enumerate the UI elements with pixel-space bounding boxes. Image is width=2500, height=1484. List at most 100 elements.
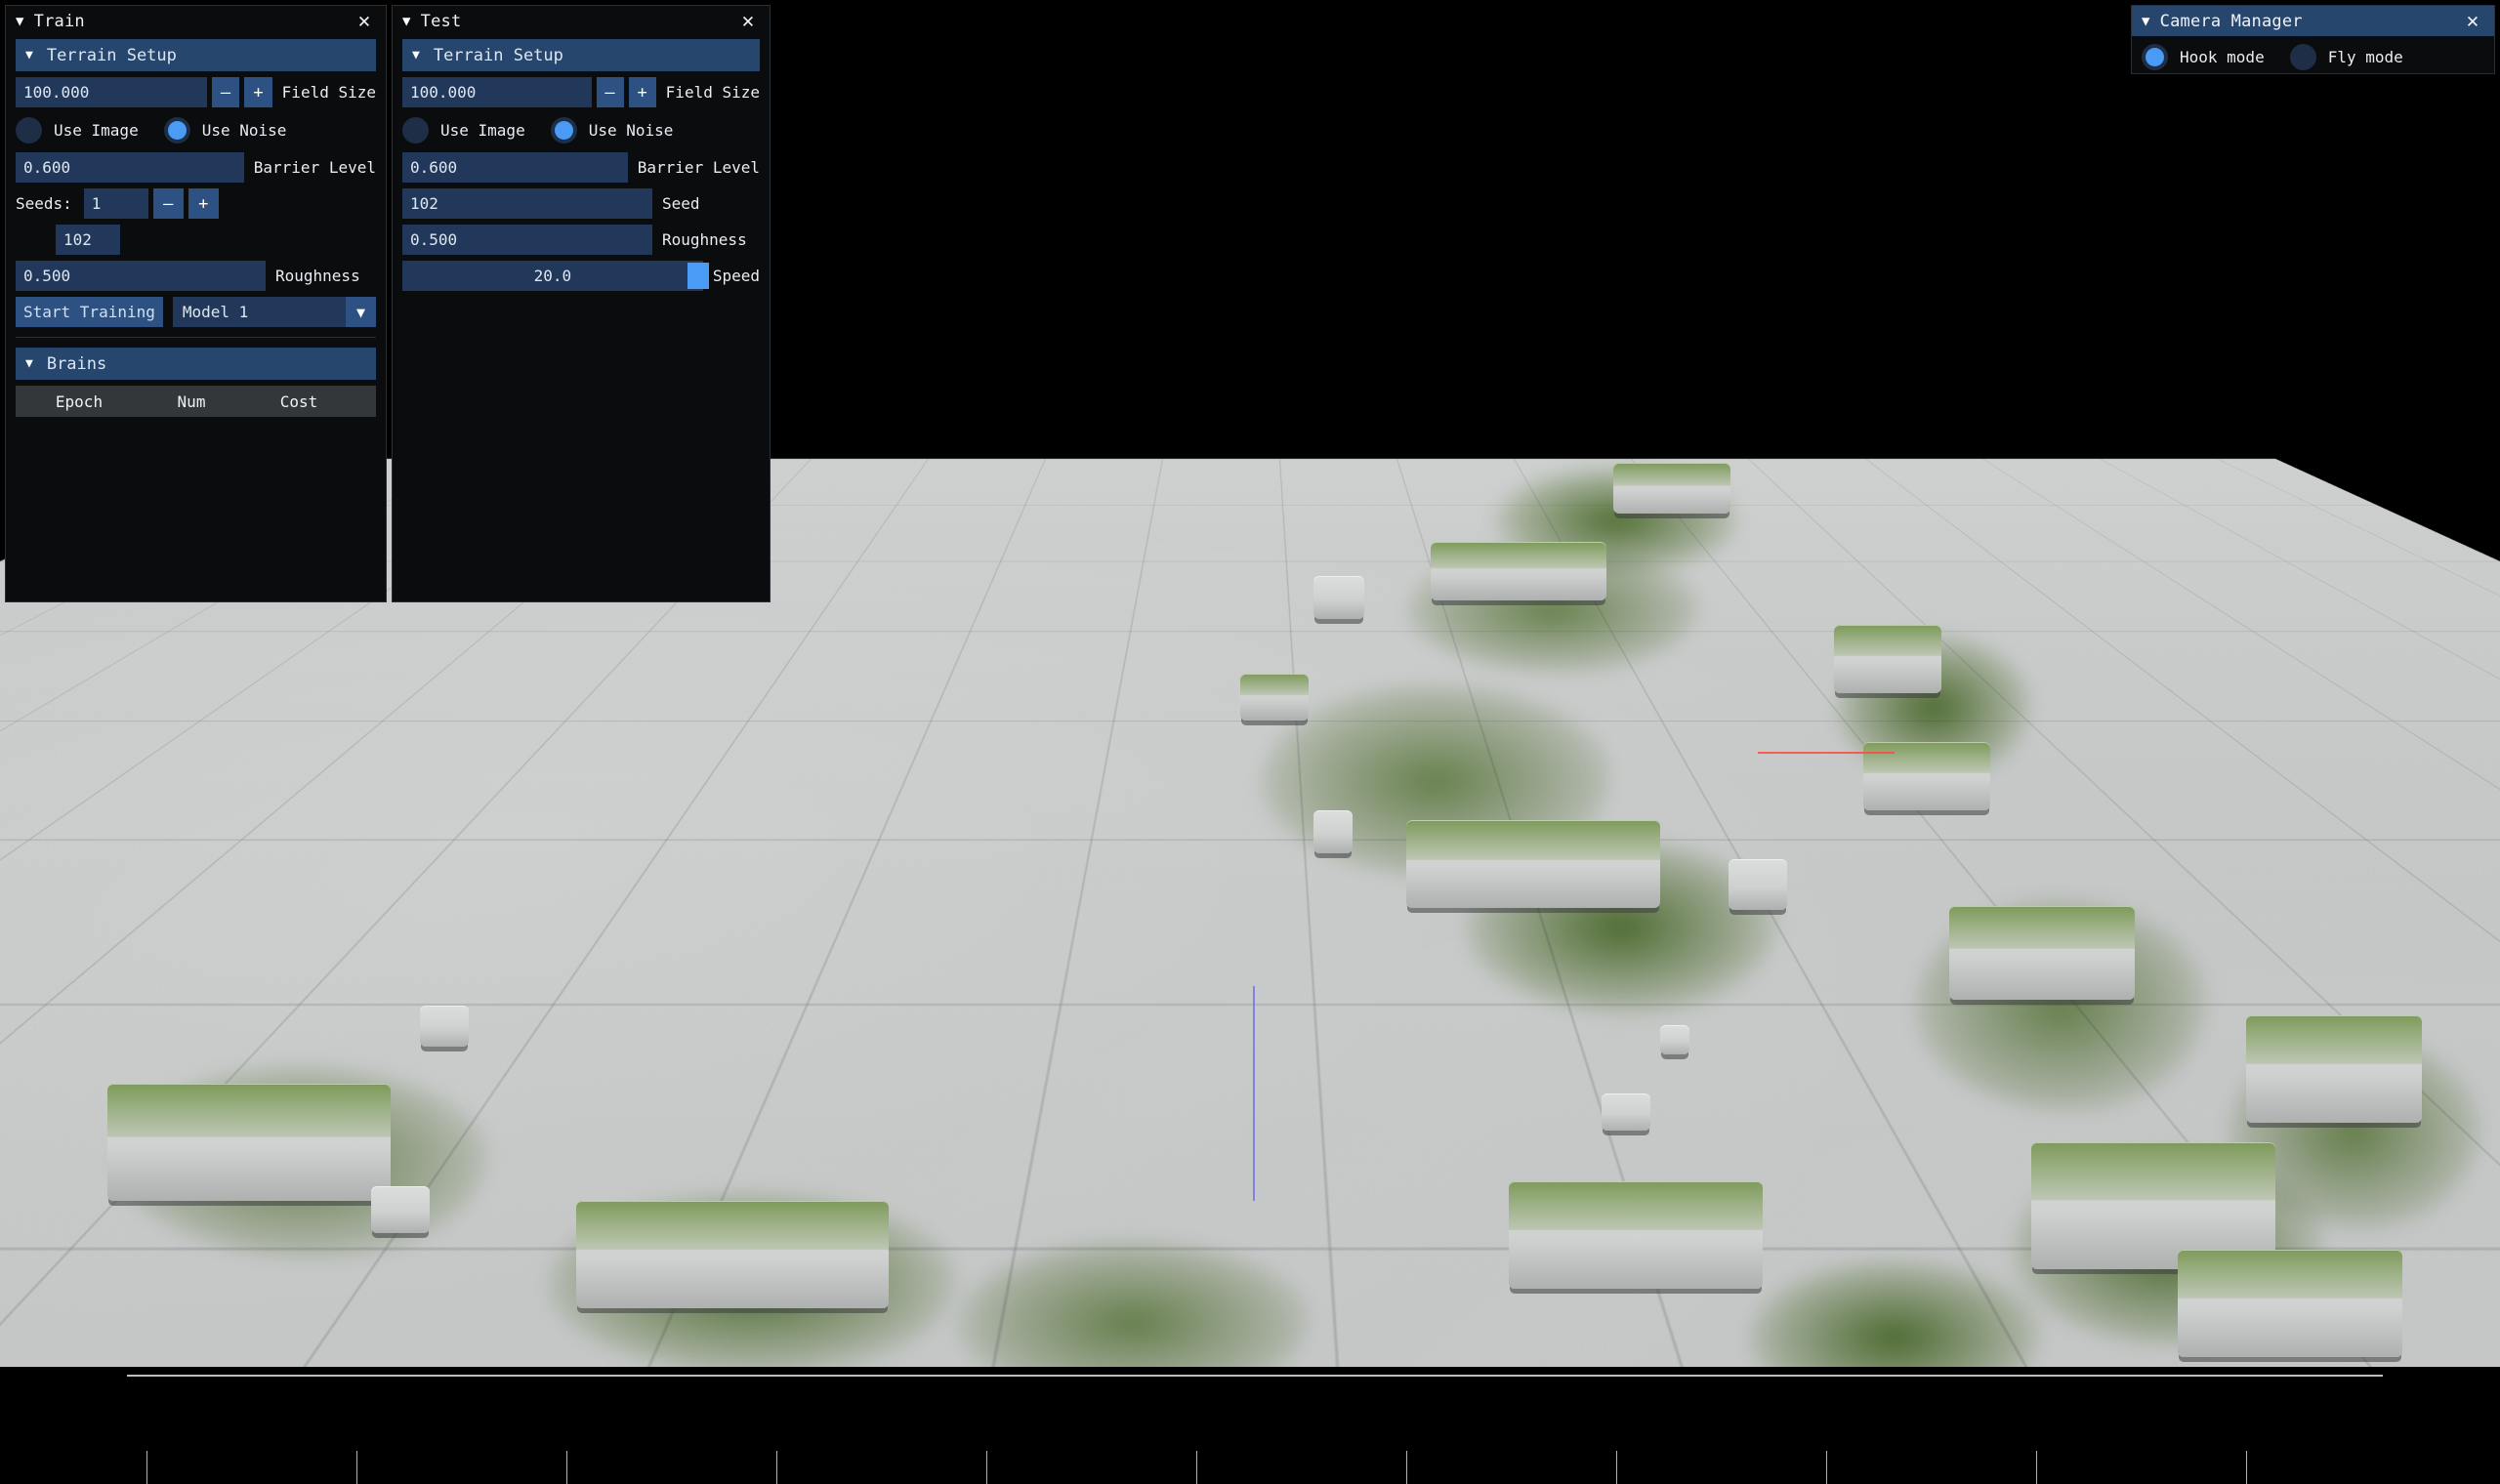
- collapse-caret-icon[interactable]: ▼: [16, 15, 24, 28]
- fly-mode-radio[interactable]: [2290, 44, 2316, 70]
- test-seed-input[interactable]: 102: [402, 188, 652, 219]
- test-roughness-row: 0.500 Roughness: [402, 225, 760, 255]
- terrain-tick: [2246, 1451, 2247, 1484]
- terrain-mesa: [107, 1084, 391, 1201]
- terrain-tick: [1616, 1451, 1617, 1484]
- train-action-row: Start Training Model 1 ▼: [16, 297, 376, 327]
- hook-mode-radio[interactable]: [2142, 44, 2168, 70]
- train-panel[interactable]: ▼ Train ✕ ▼ Terrain Setup 100.000 – + Fi…: [5, 5, 387, 602]
- test-seed-row: 102 Seed: [402, 188, 760, 219]
- model-select[interactable]: Model 1 ▼: [173, 297, 376, 327]
- model-select-value: Model 1: [183, 303, 248, 321]
- train-barrier-level-row: 0.600 Barrier Level: [16, 152, 376, 183]
- train-field-size-input[interactable]: 100.000: [16, 77, 207, 107]
- test-barrier-level-label: Barrier Level: [638, 158, 760, 177]
- terrain-front-edge: [127, 1375, 2383, 1377]
- test-field-size-increment-button[interactable]: +: [629, 77, 656, 107]
- camera-mode-row: Hook mode Fly mode: [2142, 40, 2484, 73]
- train-use-noise-radio[interactable]: [164, 117, 190, 144]
- terrain-mesa: [1602, 1093, 1650, 1131]
- terrain-mesa: [1313, 810, 1353, 853]
- test-use-noise-radio[interactable]: [551, 117, 577, 144]
- terrain-mesa: [371, 1186, 430, 1233]
- chevron-down-icon[interactable]: ▼: [412, 48, 420, 62]
- brains-column-cost: Cost: [240, 392, 357, 411]
- train-terrain-setup-header[interactable]: ▼ Terrain Setup: [16, 39, 376, 71]
- train-panel-body: ▼ Terrain Setup 100.000 – + Field Size U…: [6, 39, 386, 427]
- train-terrain-setup-title: Terrain Setup: [47, 46, 177, 65]
- collapse-caret-icon[interactable]: ▼: [2142, 15, 2150, 28]
- test-roughness-label: Roughness: [662, 230, 747, 249]
- hook-mode-label: Hook mode: [2180, 48, 2265, 66]
- speed-slider-handle[interactable]: [688, 263, 709, 289]
- train-seeds-count-input[interactable]: 1: [84, 188, 148, 219]
- terrain-mesa: [1406, 820, 1660, 908]
- terrain-mesa: [1660, 1025, 1689, 1054]
- train-seeds-increment-button[interactable]: +: [188, 188, 219, 219]
- test-field-size-decrement-button[interactable]: –: [597, 77, 624, 107]
- test-terrain-setup-header[interactable]: ▼ Terrain Setup: [402, 39, 760, 71]
- terrain-mesa: [977, 1035, 1020, 1072]
- brains-column-num: Num: [143, 392, 240, 411]
- train-source-mode-row: Use Image Use Noise: [16, 113, 376, 146]
- train-barrier-level-input[interactable]: 0.600: [16, 152, 244, 183]
- terrain-mesa: [1357, 1113, 1426, 1164]
- test-barrier-level-row: 0.600 Barrier Level: [402, 152, 760, 183]
- train-panel-titlebar[interactable]: ▼ Train ✕: [6, 6, 386, 36]
- terrain-tick: [776, 1451, 777, 1484]
- train-seeds-label: Seeds:: [16, 194, 72, 213]
- close-icon[interactable]: ✕: [353, 10, 376, 33]
- terrain-mesa: [1431, 542, 1606, 600]
- test-panel-titlebar[interactable]: ▼ Test ✕: [393, 6, 770, 36]
- test-speed-label: Speed: [713, 267, 760, 285]
- terrain-mesa: [1509, 1181, 1763, 1289]
- close-icon[interactable]: ✕: [736, 10, 760, 33]
- terrain-tick: [146, 1451, 147, 1484]
- terrain-tick: [986, 1451, 987, 1484]
- brains-table-header: Epoch Num Cost: [16, 386, 376, 417]
- start-training-button[interactable]: Start Training: [16, 297, 163, 327]
- chevron-down-icon[interactable]: ▼: [346, 297, 376, 327]
- camera-manager-panel[interactable]: ▼ Camera Manager ✕ Hook mode Fly mode: [2131, 5, 2495, 74]
- train-seed-value-input[interactable]: 102: [56, 225, 120, 255]
- camera-manager-body: Hook mode Fly mode: [2132, 36, 2494, 85]
- test-field-size-input[interactable]: 100.000: [402, 77, 592, 107]
- section-divider: [16, 337, 376, 338]
- train-field-size-increment-button[interactable]: +: [244, 77, 271, 107]
- chevron-down-icon[interactable]: ▼: [25, 48, 33, 62]
- terrain-tick: [1406, 1451, 1407, 1484]
- test-use-image-radio[interactable]: [402, 117, 429, 144]
- camera-manager-titlebar[interactable]: ▼ Camera Manager ✕: [2132, 6, 2494, 36]
- speed-slider[interactable]: 20.0: [402, 261, 703, 291]
- test-roughness-input[interactable]: 0.500: [402, 225, 652, 255]
- train-barrier-level-label: Barrier Level: [254, 158, 376, 177]
- train-field-size-decrement-button[interactable]: –: [212, 77, 239, 107]
- terrain-mesa: [420, 1006, 469, 1047]
- train-use-image-radio[interactable]: [16, 117, 42, 144]
- brains-column-epoch: Epoch: [16, 392, 143, 411]
- terrain-mesa: [1313, 576, 1364, 619]
- test-barrier-level-input[interactable]: 0.600: [402, 152, 628, 183]
- train-seeds-decrement-button[interactable]: –: [153, 188, 184, 219]
- terrain-mesa: [1323, 1128, 1347, 1161]
- terrain-mesa: [1949, 906, 2135, 1000]
- test-terrain-setup-title: Terrain Setup: [434, 46, 563, 65]
- train-use-noise-label: Use Noise: [202, 121, 287, 140]
- train-roughness-input[interactable]: 0.500: [16, 261, 266, 291]
- collapse-caret-icon[interactable]: ▼: [402, 15, 411, 28]
- test-panel-title: Test: [421, 12, 736, 31]
- terrain-tick: [1196, 1451, 1197, 1484]
- terrain-mesa: [1729, 859, 1787, 910]
- terrain-mesa: [1834, 625, 1941, 693]
- terrain-mesa: [1613, 463, 1730, 514]
- terrain-mesa: [762, 1006, 807, 1045]
- test-panel[interactable]: ▼ Test ✕ ▼ Terrain Setup 100.000 – + Fie…: [392, 5, 771, 602]
- train-roughness-label: Roughness: [275, 267, 360, 285]
- test-use-noise-label: Use Noise: [589, 121, 674, 140]
- chevron-down-icon[interactable]: ▼: [25, 356, 33, 371]
- fly-mode-label: Fly mode: [2328, 48, 2403, 66]
- brains-section-header[interactable]: ▼ Brains: [16, 348, 376, 380]
- terrain-mesa: [576, 1201, 889, 1308]
- train-seeds-row: Seeds: 1 – +: [16, 188, 376, 219]
- close-icon[interactable]: ✕: [2461, 10, 2484, 33]
